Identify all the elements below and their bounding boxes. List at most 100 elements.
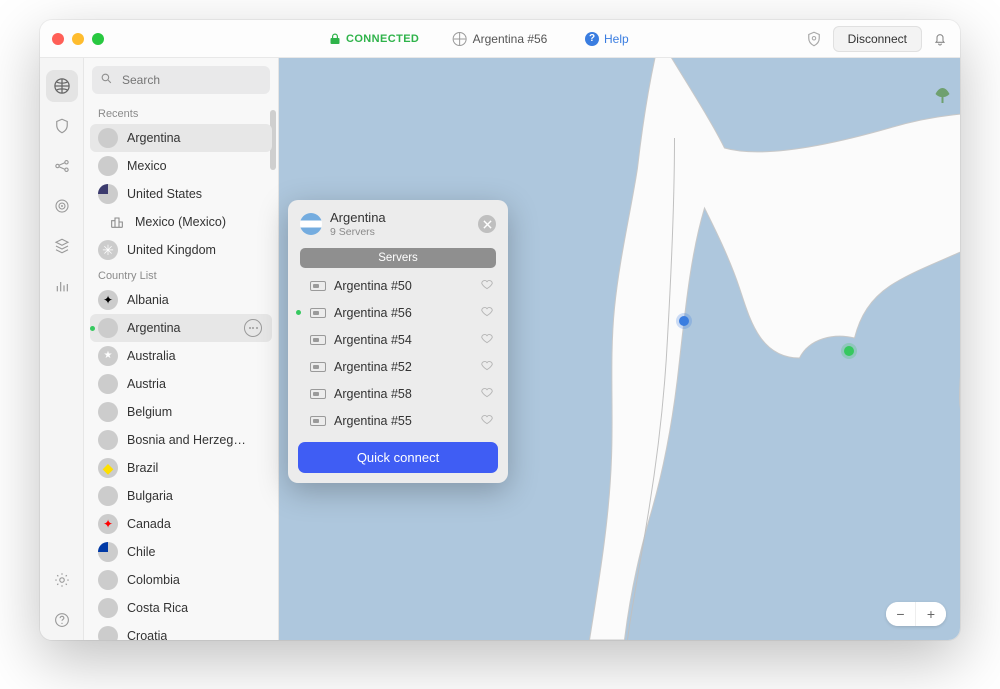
fullscreen-window-button[interactable] [92,33,104,45]
flag-icon [98,374,118,394]
status-label: CONNECTED [346,33,419,45]
country-item[interactable]: Bosnia and Herzeg… [84,426,278,454]
flag-icon [98,626,118,640]
country-label: Chile [127,545,156,559]
globe-icon [453,32,467,46]
country-label: Costa Rica [127,601,188,615]
server-load-icon [310,389,326,399]
search-input[interactable] [92,66,270,94]
flag-icon [98,318,118,338]
favorite-icon[interactable] [480,277,494,294]
country-label: Canada [127,517,171,531]
active-dot-icon [296,310,301,315]
quick-connect-button[interactable]: Quick connect [298,442,498,473]
titlebar: CONNECTED Argentina #56 ? Help Disconnec… [40,20,960,58]
flag-icon [98,128,118,148]
help-label: Help [604,32,629,46]
favorite-icon[interactable] [480,358,494,375]
nav-presets[interactable] [46,230,78,262]
server-name: Argentina #58 [334,387,412,401]
servers-tab[interactable]: Servers [300,248,496,268]
popover-country: Argentina [330,210,386,225]
server-row[interactable]: Argentina #58 [288,380,508,407]
recent-item[interactable]: Mexico (Mexico) [84,208,278,236]
section-head: Country List [84,264,278,286]
country-item[interactable]: Albania [84,286,278,314]
nav-countries[interactable] [46,70,78,102]
nav-meshnet[interactable] [46,150,78,182]
country-item[interactable]: Australia [84,342,278,370]
flag-icon [98,290,118,310]
close-popover-button[interactable] [478,215,496,233]
section-head: Recents [84,102,278,124]
flag-icon [98,598,118,618]
threat-protection-icon[interactable] [805,30,823,48]
favorite-icon[interactable] [480,385,494,402]
country-item[interactable]: Belgium [84,398,278,426]
nav-stats[interactable] [46,270,78,302]
country-item[interactable]: Bulgaria [84,482,278,510]
favorite-icon[interactable] [480,412,494,429]
server-load-icon [310,416,326,426]
nav-settings[interactable] [46,564,78,596]
server-popover: Argentina 9 Servers Servers Argentina #5… [288,200,508,483]
map-pin-chile[interactable] [679,316,689,326]
minimize-window-button[interactable] [72,33,84,45]
country-item[interactable]: Costa Rica [84,594,278,622]
server-row[interactable]: Argentina #52 [288,353,508,380]
flag-icon [98,486,118,506]
zoom-out-button[interactable]: − [886,602,916,626]
active-dot-icon [296,283,301,288]
nav-security[interactable] [46,110,78,142]
flag-icon [98,458,118,478]
lock-icon [330,33,340,45]
favorite-icon[interactable] [480,304,494,321]
city-icon [108,213,126,231]
disconnect-button[interactable]: Disconnect [833,26,922,52]
map-pin-argentina[interactable] [844,346,854,356]
app-window: CONNECTED Argentina #56 ? Help Disconnec… [40,20,960,640]
server-name: Argentina #50 [334,279,412,293]
server-row[interactable]: Argentina #54 [288,326,508,353]
recent-item[interactable]: Argentina [90,124,272,152]
country-item[interactable]: Brazil [84,454,278,482]
server-row[interactable]: Argentina #50 [288,272,508,299]
server-row[interactable]: Argentina #56 [288,299,508,326]
nav-support[interactable] [46,604,78,636]
window-controls [52,33,104,45]
country-item[interactable]: Argentina [90,314,272,342]
more-options-button[interactable] [244,319,262,337]
country-label: Austria [127,377,166,391]
recent-item[interactable]: United States [84,180,278,208]
zoom-control: − + [886,602,946,626]
search-icon [100,72,113,85]
country-label: Argentina [127,131,181,145]
country-label: Australia [127,349,176,363]
zoom-in-button[interactable]: + [916,602,946,626]
notifications-icon[interactable] [932,31,948,47]
country-item[interactable]: Chile [84,538,278,566]
close-window-button[interactable] [52,33,64,45]
country-sidebar: Recents Argentina Mexico United States Mexic… [84,58,279,640]
connected-dot-icon [90,326,95,331]
nav-specialty[interactable] [46,190,78,222]
country-label: Bosnia and Herzeg… [127,433,246,447]
flag-icon [98,570,118,590]
flag-icon [98,346,118,366]
country-item[interactable]: Colombia [84,566,278,594]
country-item[interactable]: Croatia [84,622,278,640]
favorite-icon[interactable] [480,331,494,348]
country-label: Brazil [127,461,158,475]
country-item[interactable]: Canada [84,510,278,538]
country-label: Belgium [127,405,172,419]
server-row[interactable]: Argentina #55 [288,407,508,434]
help-link[interactable]: ? Help [585,32,629,46]
server-load-icon [310,362,326,372]
recent-item[interactable]: Mexico [84,152,278,180]
connection-status: CONNECTED [330,33,419,45]
country-label: Mexico (Mexico) [135,215,226,229]
recent-item[interactable]: United Kingdom [84,236,278,264]
country-item[interactable]: Austria [84,370,278,398]
country-label: United States [127,187,202,201]
flag-icon [98,156,118,176]
